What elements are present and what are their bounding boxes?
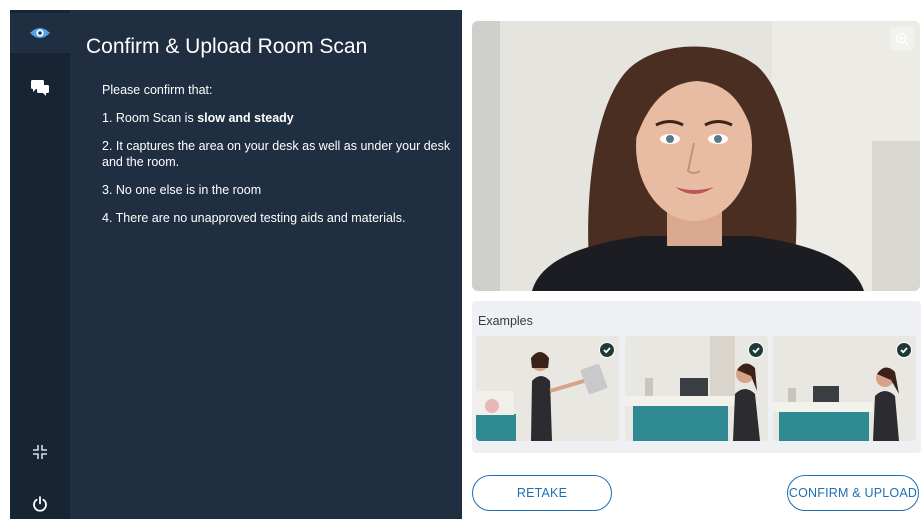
room-scan-preview <box>472 21 920 291</box>
page-title: Confirm & Upload Room Scan <box>86 35 368 58</box>
instruction-item-1-text: 1. Room Scan is <box>102 111 198 125</box>
instruction-item-3: 3. No one else is in the room <box>102 183 262 197</box>
instructions-list: Please confirm that: 1. Room Scan is slo… <box>102 82 452 238</box>
eye-icon[interactable] <box>10 13 70 53</box>
scan-review-area: Examples RETAKE CONFIRM & UPLOAD <box>462 10 921 519</box>
retake-button[interactable]: RETAKE <box>472 475 612 511</box>
example-thumbnail-1[interactable] <box>476 336 619 441</box>
check-icon <box>599 342 615 358</box>
instructions-intro: Please confirm that: <box>102 83 213 97</box>
check-icon <box>896 342 912 358</box>
confirm-upload-button[interactable]: CONFIRM & UPLOAD <box>787 475 919 511</box>
icon-rail <box>10 10 70 519</box>
instruction-item-4: 4. There are no unapproved testing aids … <box>102 211 406 225</box>
zoom-in-icon[interactable] <box>890 27 914 51</box>
example-thumbnail-3[interactable] <box>773 336 916 441</box>
examples-section: Examples <box>472 301 921 453</box>
chat-icon[interactable] <box>10 68 70 108</box>
collapse-icon[interactable] <box>10 432 70 472</box>
instruction-item-2: 2. It captures the area on your desk as … <box>102 139 451 169</box>
instruction-item-1: 1. Room Scan is slow and steady <box>102 110 452 126</box>
instruction-item-1-emphasis: slow and steady <box>197 111 294 125</box>
examples-label: Examples <box>478 314 533 328</box>
check-icon <box>748 342 764 358</box>
example-thumbnail-2[interactable] <box>625 336 768 441</box>
instructions-panel: Confirm & Upload Room Scan Please confir… <box>70 10 462 519</box>
power-icon[interactable] <box>10 484 70 524</box>
app-window: Confirm & Upload Room Scan Please confir… <box>0 0 921 519</box>
